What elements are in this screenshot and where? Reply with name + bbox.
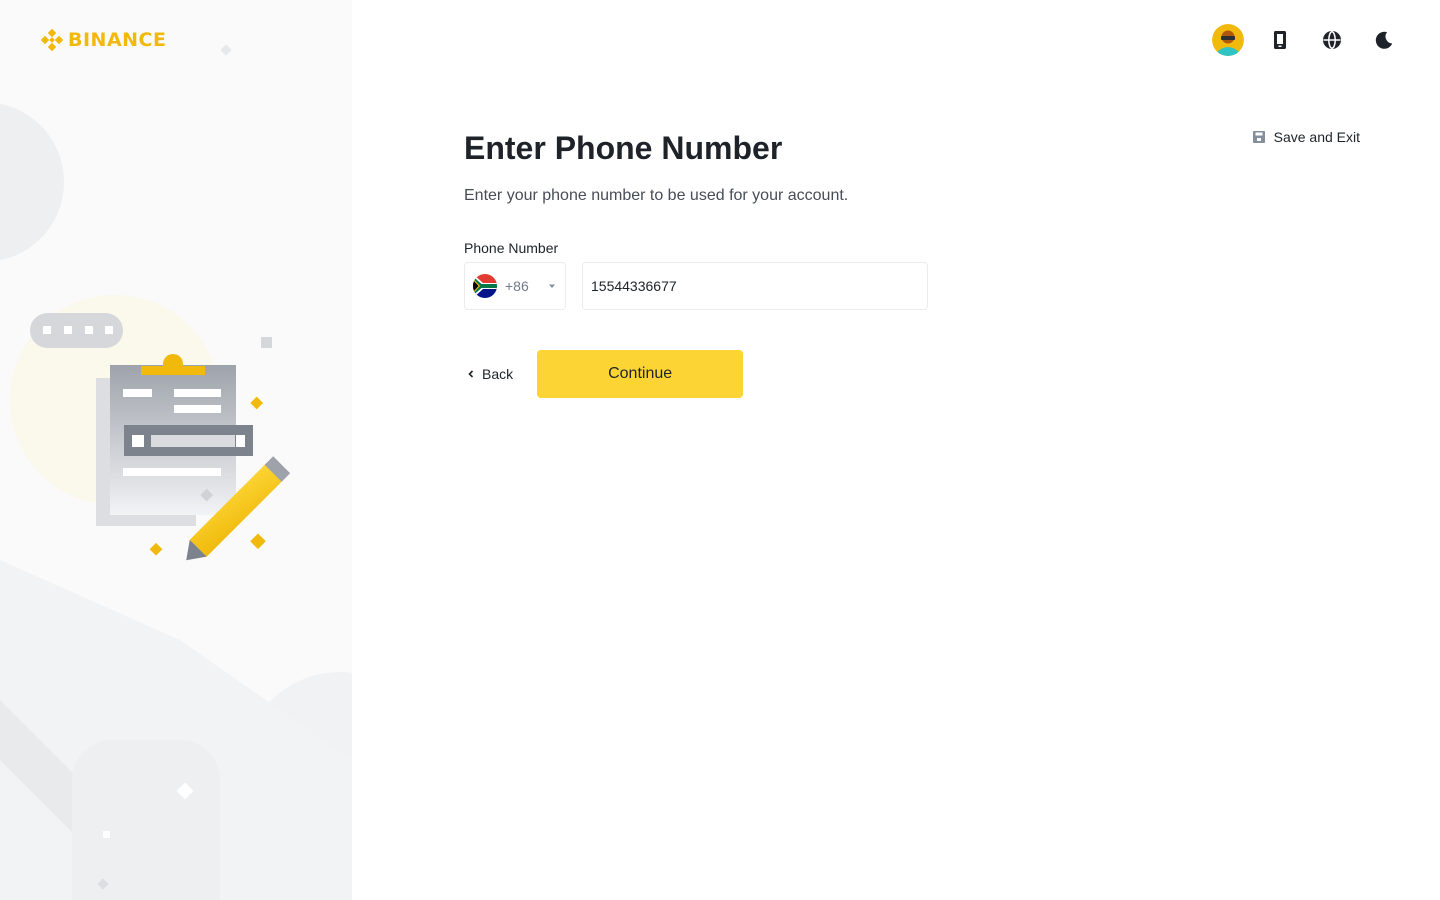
form-actions: Back Continue — [464, 350, 984, 398]
save-and-exit-label: Save and Exit — [1273, 129, 1360, 145]
country-code-value: +86 — [505, 278, 529, 294]
globe-icon[interactable] — [1316, 24, 1348, 56]
binance-logo[interactable]: BINANCE — [40, 28, 166, 52]
main-content: Save and Exit Enter Phone Number Enter y… — [352, 0, 1440, 900]
south-africa-flag-icon — [473, 274, 497, 298]
save-icon — [1252, 131, 1265, 143]
phone-form: Enter Phone Number Enter your phone numb… — [464, 128, 984, 398]
background-illustration — [0, 44, 352, 900]
brand-name: BINANCE — [68, 29, 167, 51]
country-code-select[interactable]: +86 — [464, 262, 566, 310]
moon-icon[interactable] — [1368, 24, 1400, 56]
avatar-icon — [1212, 24, 1244, 56]
continue-button[interactable]: Continue — [537, 350, 744, 398]
binance-logo-icon — [40, 28, 64, 52]
phone-number-label: Phone Number — [464, 240, 559, 256]
back-button[interactable]: Back — [464, 366, 513, 382]
header-actions — [1212, 24, 1400, 56]
page-title: Enter Phone Number — [464, 130, 783, 166]
page: BINANCE Save and Exit Enter Phone Number… — [0, 0, 1440, 900]
avatar[interactable] — [1212, 24, 1244, 56]
left-decorative-panel: BINANCE — [0, 0, 352, 900]
phone-input-row: +86 — [464, 262, 984, 310]
chevron-left-icon — [468, 370, 474, 378]
back-label: Back — [482, 366, 514, 382]
mobile-download-icon[interactable] — [1264, 24, 1296, 56]
save-and-exit-button[interactable]: Save and Exit — [1252, 129, 1360, 145]
page-subtitle: Enter your phone number to be used for y… — [464, 187, 849, 204]
phone-number-input[interactable] — [582, 262, 928, 310]
caret-down-icon — [549, 284, 555, 288]
